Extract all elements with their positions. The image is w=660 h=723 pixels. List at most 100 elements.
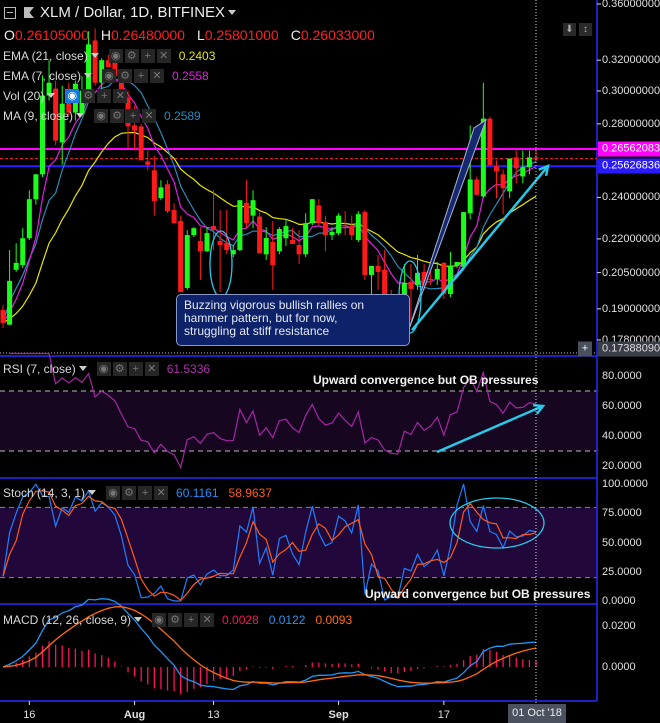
eye-icon[interactable]: ◉ bbox=[108, 48, 123, 63]
plus-icon[interactable]: + bbox=[128, 361, 143, 376]
scroll-down-button[interactable]: ⬇ bbox=[563, 23, 576, 36]
scale-button[interactable]: ↕ bbox=[579, 23, 592, 36]
candle bbox=[461, 212, 467, 270]
candle-body bbox=[257, 216, 263, 254]
close-icon[interactable]: ✕ bbox=[154, 485, 169, 500]
chevron-down-icon[interactable] bbox=[88, 490, 97, 495]
candle-body bbox=[211, 226, 217, 231]
chevron-down-icon[interactable] bbox=[84, 73, 93, 78]
ma9-value: 0.2589 bbox=[164, 108, 201, 123]
plus-icon[interactable]: + bbox=[140, 48, 155, 63]
candle-body bbox=[322, 222, 328, 236]
candle-body bbox=[408, 281, 414, 289]
stoch-axis-label: 75.0000 bbox=[602, 507, 642, 520]
candle-body bbox=[283, 226, 289, 239]
ema21-label: EMA (21, close) bbox=[3, 48, 88, 63]
plus-icon[interactable]: + bbox=[97, 88, 112, 103]
candle-body bbox=[276, 229, 282, 252]
plus-icon[interactable]: + bbox=[184, 612, 199, 627]
legend-ma9[interactable]: MA (9, close) ◉ ⚙ + ✕ 0.2589 bbox=[3, 108, 201, 123]
gear-icon[interactable]: ⚙ bbox=[110, 108, 125, 123]
legend-ema21[interactable]: EMA (21, close) ◉ ⚙ + ✕ 0.2403 bbox=[3, 48, 215, 63]
triangle-drawing bbox=[407, 118, 487, 333]
chevron-down-icon[interactable] bbox=[134, 617, 143, 622]
candle bbox=[145, 150, 151, 171]
collapse-icon[interactable] bbox=[4, 6, 16, 19]
price-axis-label: 0.19000000 bbox=[602, 302, 660, 315]
symbol-title[interactable]: XLM / Dollar, 1D, BITFINEX bbox=[4, 4, 240, 21]
chevron-down-icon[interactable] bbox=[76, 113, 85, 118]
eye-icon[interactable]: ◉ bbox=[106, 485, 121, 500]
macd-hist-value: 0.0028 bbox=[222, 612, 259, 627]
close-icon[interactable]: ✕ bbox=[142, 108, 157, 123]
candle-body bbox=[467, 179, 473, 214]
stoch-annotation-text[interactable]: Upward convergence but OB pressures bbox=[365, 587, 590, 601]
close-icon[interactable]: ✕ bbox=[144, 361, 159, 376]
rsi-label: RSI (7, close) bbox=[3, 361, 76, 376]
cursor-date-label: 01 Oct '18 bbox=[508, 704, 566, 723]
candle-body bbox=[250, 200, 256, 216]
candle bbox=[474, 176, 480, 195]
candle-body bbox=[303, 223, 309, 255]
gear-icon[interactable]: ⚙ bbox=[81, 88, 96, 103]
chevron-down-icon[interactable] bbox=[47, 93, 56, 98]
legend-macd[interactable]: MACD (12, 26, close, 9) ◉ ⚙ + ✕ 0.0028 0.01… bbox=[3, 612, 352, 627]
legend-rsi[interactable]: RSI (7, close) ◉ ⚙ + ✕ 61.5336 bbox=[3, 361, 210, 376]
rsi-axis-label: 20.0000 bbox=[602, 460, 642, 472]
candle-body bbox=[165, 184, 170, 212]
symbol-title-text: XLM / Dollar, 1D, BITFINEX bbox=[40, 4, 226, 21]
gear-icon[interactable]: ⚙ bbox=[124, 48, 139, 63]
plus-icon[interactable]: + bbox=[138, 485, 153, 500]
rsi-axis-label: 60.0000 bbox=[602, 400, 642, 412]
gear-icon[interactable]: ⚙ bbox=[168, 612, 183, 627]
candle-body bbox=[296, 245, 302, 255]
eye-icon[interactable]: ◉ bbox=[152, 612, 167, 627]
plus-icon[interactable]: + bbox=[134, 68, 149, 83]
candle bbox=[500, 169, 506, 215]
gear-icon[interactable]: ⚙ bbox=[118, 68, 133, 83]
gear-icon[interactable]: ⚙ bbox=[122, 485, 137, 500]
candle bbox=[507, 158, 513, 199]
candle-body bbox=[520, 167, 526, 177]
price-axis-label: 0.32000000 bbox=[602, 54, 660, 67]
close-icon[interactable]: ✕ bbox=[150, 68, 165, 83]
candle bbox=[237, 200, 243, 252]
candle-body bbox=[309, 199, 315, 224]
close-icon[interactable]: ✕ bbox=[156, 48, 171, 63]
stoch-k-value: 60.1161 bbox=[176, 485, 219, 500]
level-price-label[interactable]: 0.26562083 bbox=[598, 141, 660, 157]
crosshair-plus-icon[interactable]: + bbox=[578, 341, 592, 357]
close-icon[interactable]: ✕ bbox=[200, 612, 215, 627]
chevron-down-icon[interactable] bbox=[90, 53, 99, 58]
candle-body bbox=[158, 187, 164, 199]
close-icon[interactable]: ✕ bbox=[113, 88, 128, 103]
candle bbox=[434, 262, 440, 285]
candle-body bbox=[494, 166, 499, 172]
stoch-axis-label: 50.0000 bbox=[602, 536, 642, 549]
plus-icon[interactable]: + bbox=[126, 108, 141, 123]
level-price-label[interactable]: 0.25626836 bbox=[598, 158, 660, 174]
candle-body bbox=[0, 309, 6, 323]
eye-icon[interactable]: ◉ bbox=[94, 108, 109, 123]
candle-body bbox=[224, 243, 230, 251]
eye-icon[interactable]: ◉ bbox=[102, 68, 117, 83]
high-value: 0.26480000 bbox=[110, 27, 185, 43]
annotation-note[interactable]: Buzzing vigorous bullish rallies on hamm… bbox=[176, 294, 410, 346]
chevron-down-icon[interactable] bbox=[228, 10, 237, 15]
legend-stoch[interactable]: Stoch (14, 3, 1) ◉ ⚙ + ✕ 60.1161 58.9637 bbox=[3, 485, 272, 500]
legend-vol[interactable]: Vol (20) ◉ ⚙ + ✕ bbox=[3, 88, 135, 103]
candle-body bbox=[428, 278, 434, 280]
candle-body bbox=[7, 280, 13, 325]
candle-body bbox=[26, 199, 32, 239]
macd-axis-label: 0.0000 bbox=[602, 661, 636, 673]
stoch-label: Stoch (14, 3, 1) bbox=[3, 485, 86, 500]
legend-ema7[interactable]: EMA (7, close) ◉ ⚙ + ✕ 0.2558 bbox=[3, 68, 209, 83]
gear-icon[interactable]: ⚙ bbox=[112, 361, 127, 376]
hammer-ellipse bbox=[209, 230, 233, 298]
candle bbox=[191, 227, 197, 238]
chevron-down-icon[interactable] bbox=[78, 366, 87, 371]
rsi-annotation-text[interactable]: Upward convergence but OB pressures bbox=[313, 373, 538, 387]
eye-hidden-icon[interactable]: ◉ bbox=[65, 88, 80, 103]
eye-icon[interactable]: ◉ bbox=[96, 361, 111, 376]
candle-body bbox=[151, 170, 157, 202]
